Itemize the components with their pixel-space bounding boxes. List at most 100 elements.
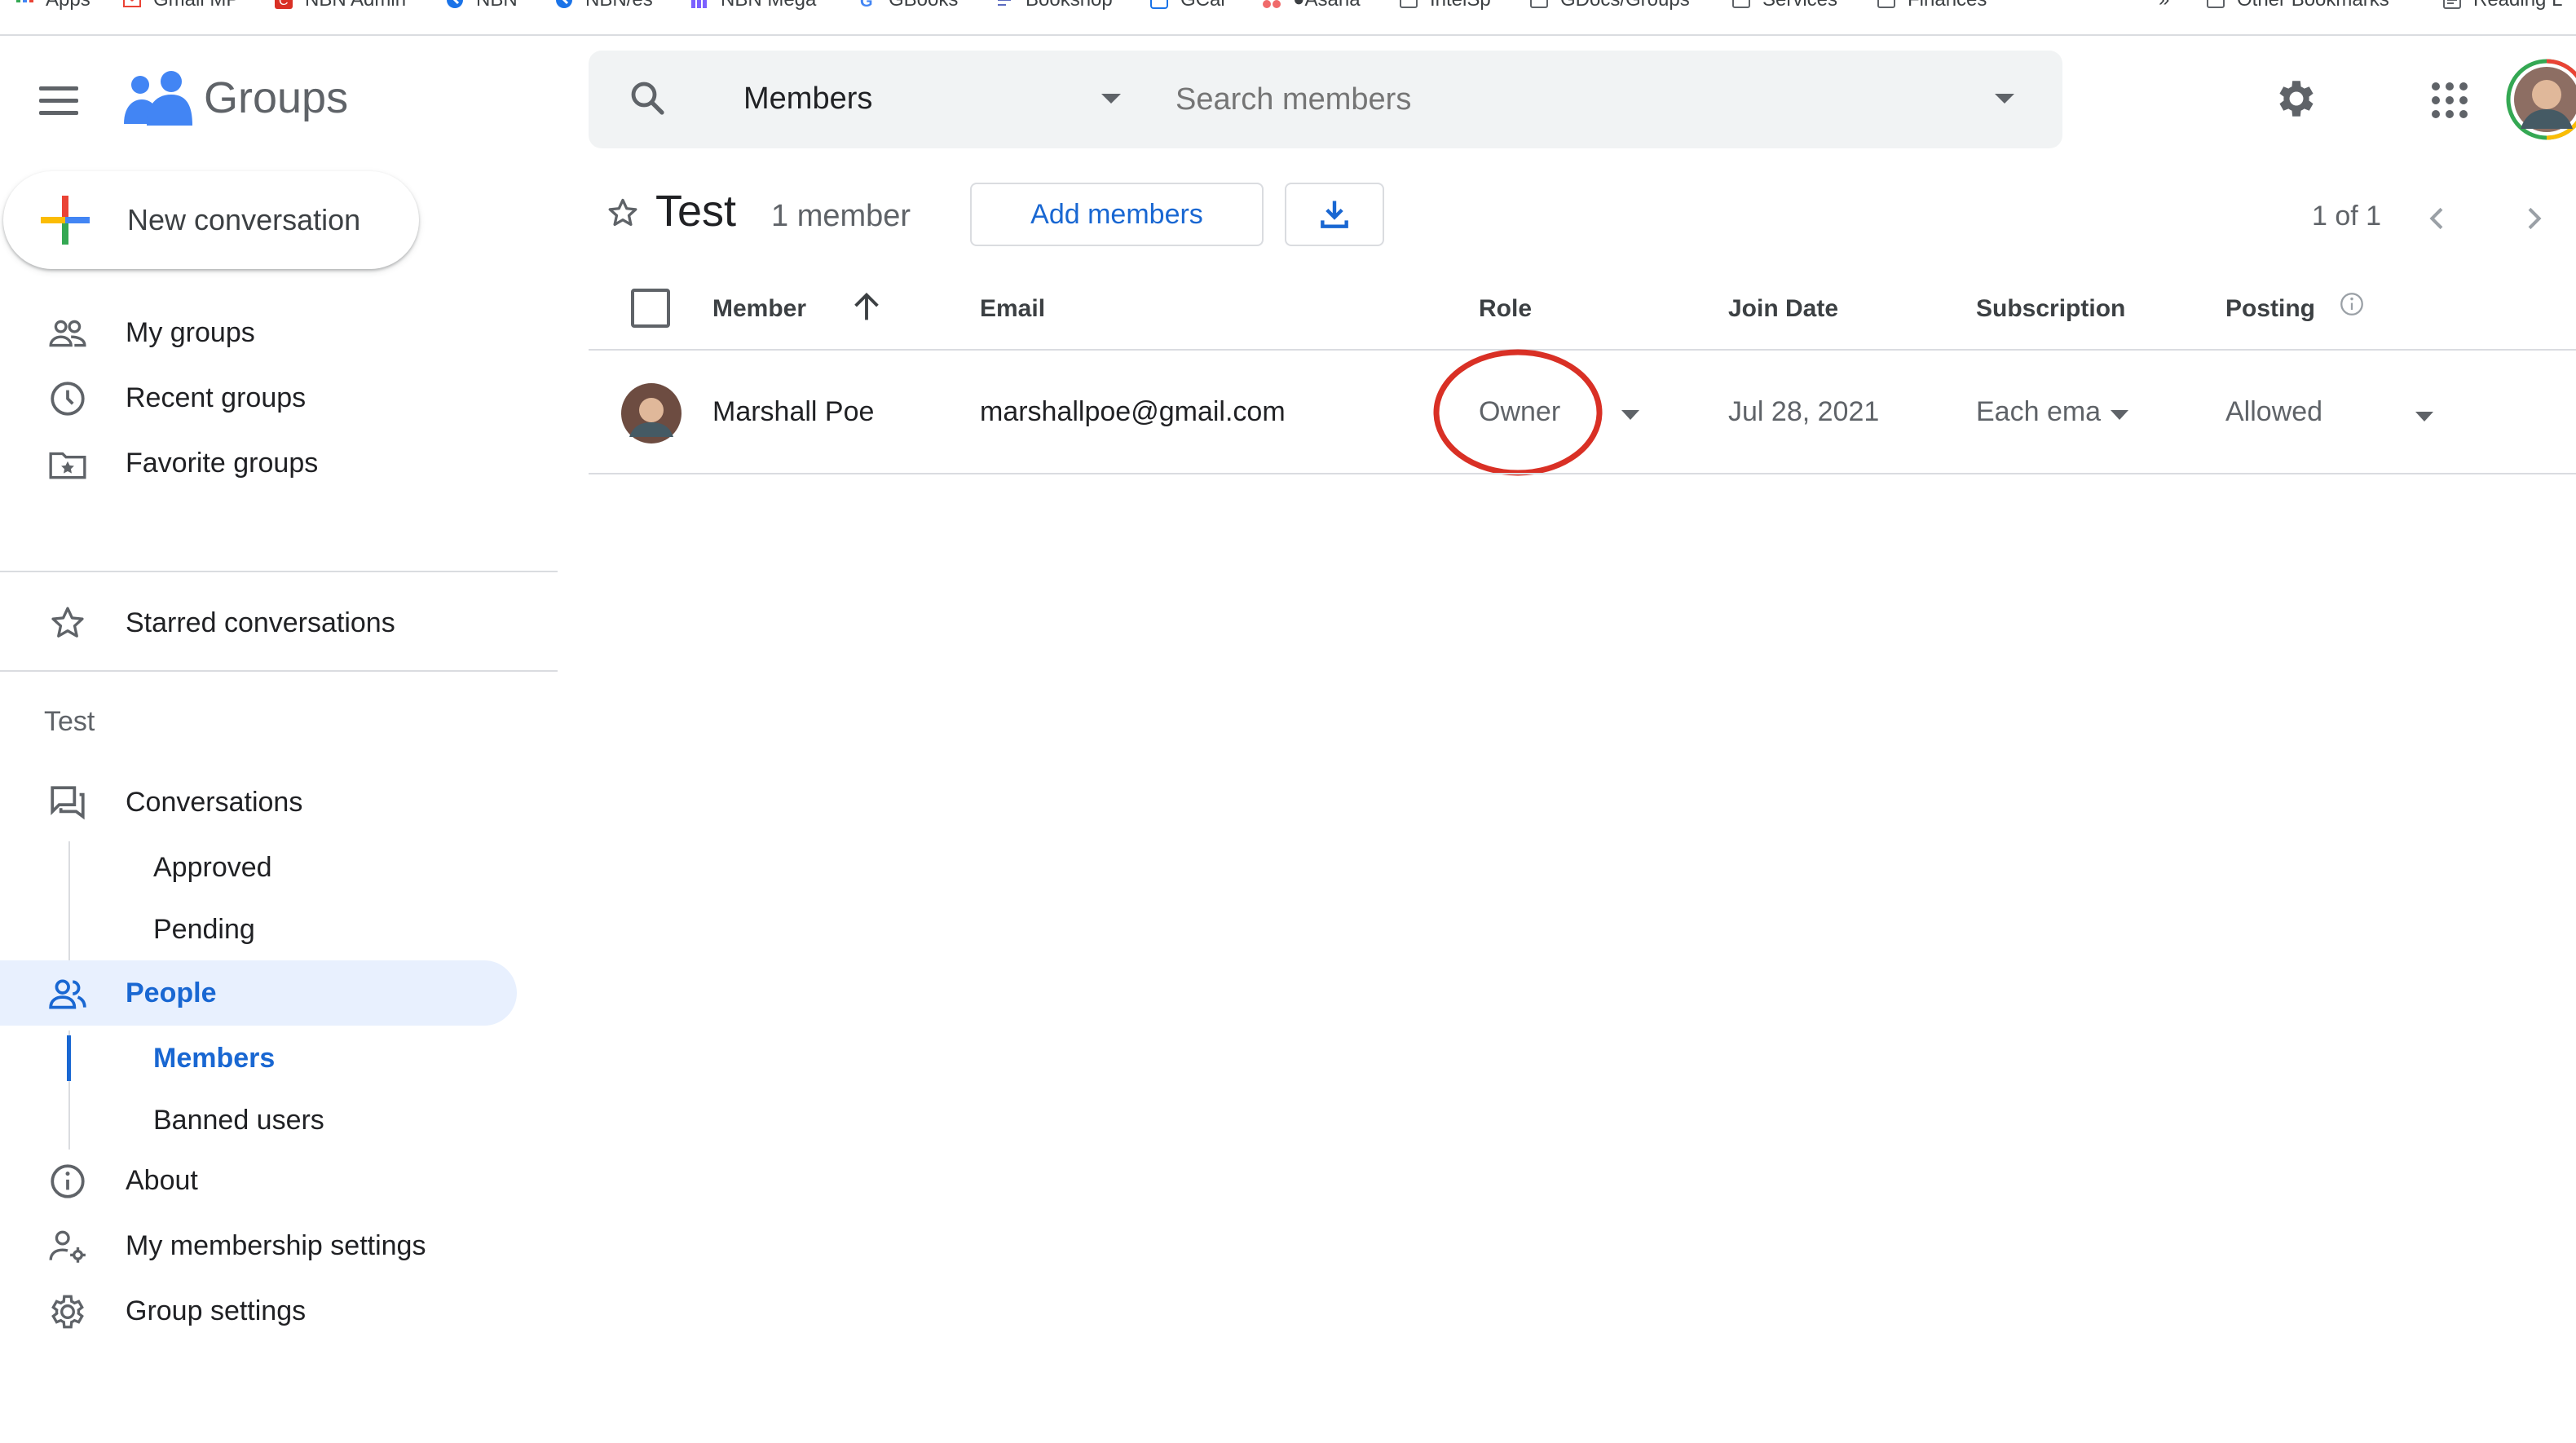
add-members-label: Add members	[1030, 198, 1203, 230]
sidebar-item-group-settings[interactable]: Group settings	[0, 1286, 554, 1335]
bookmark-label: Services	[1762, 0, 1837, 11]
bookmark-reading-list[interactable]: Reading L	[2442, 0, 2562, 11]
sidebar-item-banned-users[interactable]: Banned users	[0, 1097, 554, 1143]
bookmark-asana[interactable]: ●Asana	[1262, 0, 1361, 11]
sidebar-item-membership-settings[interactable]: My membership settings	[0, 1221, 554, 1270]
subscription-dropdown[interactable]: Each ema	[1976, 385, 2139, 442]
bookmark-label: Bookshop	[1026, 0, 1113, 11]
bookmark-bookshop[interactable]: Bookshop	[995, 0, 1113, 11]
chevron-down-icon	[1101, 94, 1121, 104]
settings-button[interactable]	[2273, 75, 2320, 122]
app-logo[interactable]: Groups	[122, 67, 348, 129]
member-email: marshallpoe@gmail.com	[980, 396, 1286, 427]
column-header-member[interactable]: Member	[712, 295, 806, 323]
bookmark-nbn-es[interactable]: NBN/es	[554, 0, 653, 11]
table-row[interactable]: Marshall Poe marshallpoe@gmail.com Owner…	[589, 349, 2576, 476]
search-options-dropdown-icon[interactable]	[1994, 93, 2015, 104]
posting-info-button[interactable]	[2338, 290, 2366, 318]
search-input[interactable]	[1176, 75, 1942, 124]
bookmark-label: Other Bookmarks	[2237, 0, 2389, 11]
bookmark-gcal[interactable]: GCal	[1149, 0, 1225, 11]
folder-icon	[2207, 0, 2225, 8]
sidebar-item-label: Starred conversations	[126, 607, 395, 638]
search-scope-dropdown[interactable]: Members	[743, 77, 1127, 122]
bookmark-finances[interactable]: Finances	[1877, 0, 1987, 11]
sidebar-item-recent-groups[interactable]: Recent groups	[0, 373, 554, 422]
gear-icon	[2279, 81, 2314, 117]
select-all-checkbox[interactable]	[631, 289, 670, 328]
sidebar-item-label: Approved	[153, 851, 272, 883]
sidebar-item-favorite-groups[interactable]: Favorite groups	[0, 439, 554, 488]
google-apps-button[interactable]	[2431, 82, 2468, 119]
bookmark-other-bookmarks[interactable]: Other Bookmarks	[2206, 0, 2389, 11]
hamburger-menu-icon	[39, 86, 78, 115]
bar-chart-icon	[691, 0, 707, 8]
sort-ascending-button[interactable]	[848, 289, 885, 326]
sidebar-item-my-groups[interactable]: My groups	[0, 308, 554, 357]
bookmark-gbooks[interactable]: G GBooks	[858, 0, 958, 11]
search-scope-label: Members	[743, 82, 873, 116]
new-conversation-button[interactable]: New conversation	[3, 171, 419, 269]
star-group-button[interactable]	[605, 196, 641, 232]
posting-dropdown[interactable]: Allowed	[2225, 385, 2462, 442]
nbn-admin-icon: C	[275, 0, 293, 9]
chevron-down-icon	[1621, 410, 1639, 420]
bookmark-label: IntelSp	[1430, 0, 1491, 11]
posting-value: Allowed	[2225, 396, 2323, 427]
folder-icon	[1530, 0, 1548, 8]
sidebar-item-about[interactable]: About	[0, 1156, 554, 1205]
account-avatar-button[interactable]	[2506, 59, 2576, 140]
sidebar-item-starred-conversations[interactable]: Starred conversations	[0, 598, 554, 647]
bookmark-label: NBN Admin	[305, 0, 406, 11]
folder-icon	[1732, 0, 1750, 8]
sidebar-divider	[0, 670, 558, 672]
group-title: Test	[655, 187, 737, 236]
join-date: Jul 28, 2021	[1728, 396, 1880, 427]
download-icon	[1321, 201, 1348, 228]
bookmark-label: Reading L	[2473, 0, 2562, 11]
bookmark-apps[interactable]: Apps	[15, 0, 90, 11]
previous-page-button[interactable]	[2421, 201, 2454, 236]
bookmark-services[interactable]: Services	[1731, 0, 1837, 11]
bookmark-gmail[interactable]: Gmail MP	[122, 0, 239, 11]
next-page-button[interactable]	[2517, 201, 2550, 236]
bookmark-nbn[interactable]: NBN	[445, 0, 518, 11]
search-icon[interactable]	[628, 78, 667, 117]
column-header-join-date: Join Date	[1728, 295, 1839, 322]
bookmark-gdocs-groups[interactable]: GDocs/Groups	[1529, 0, 1690, 11]
export-members-button[interactable]	[1285, 183, 1384, 246]
bookmark-label: GDocs/Groups	[1560, 0, 1690, 11]
bookmark-intelsp[interactable]: IntelSp	[1399, 0, 1491, 11]
gear-icon	[51, 1295, 84, 1329]
subscription-value: Each ema	[1976, 396, 2102, 427]
asana-icon	[1263, 0, 1281, 8]
star-icon	[51, 607, 84, 638]
column-header-email: Email	[980, 295, 1046, 322]
sidebar-item-people[interactable]: People	[0, 960, 517, 1026]
folder-icon	[1877, 0, 1895, 8]
svg-text:G: G	[860, 0, 873, 10]
add-members-button[interactable]: Add members	[970, 183, 1264, 246]
table-row-divider	[589, 473, 2576, 474]
sidebar-item-pending[interactable]: Pending	[0, 907, 554, 952]
groups-logo-icon	[124, 71, 192, 126]
bookmark-nbn-mega[interactable]: NBN Mega	[690, 0, 816, 11]
sidebar-item-label: Banned users	[153, 1104, 324, 1136]
apps-grid-icon	[16, 0, 33, 2]
main-menu-button[interactable]	[37, 85, 82, 117]
avatar	[621, 383, 681, 443]
plus-icon	[41, 196, 90, 245]
sidebar-item-approved[interactable]: Approved	[0, 845, 554, 890]
gmail-icon	[123, 0, 141, 7]
bookmark-nbn-admin[interactable]: C NBN Admin	[274, 0, 406, 11]
bookshop-icon	[998, 0, 1011, 6]
sidebar-item-label: Conversations	[126, 786, 303, 818]
chevron-down-icon	[2415, 412, 2433, 421]
sidebar-item-conversations[interactable]: Conversations	[0, 778, 554, 827]
bookmarks-overflow-button[interactable]: »	[2159, 0, 2169, 11]
sidebar-item-members[interactable]: Members	[0, 1035, 554, 1081]
annotation-circle	[1433, 349, 1603, 476]
sidebar-item-label: Group settings	[126, 1295, 307, 1326]
clock-icon	[51, 382, 85, 416]
bookmark-label: NBN/es	[585, 0, 653, 11]
